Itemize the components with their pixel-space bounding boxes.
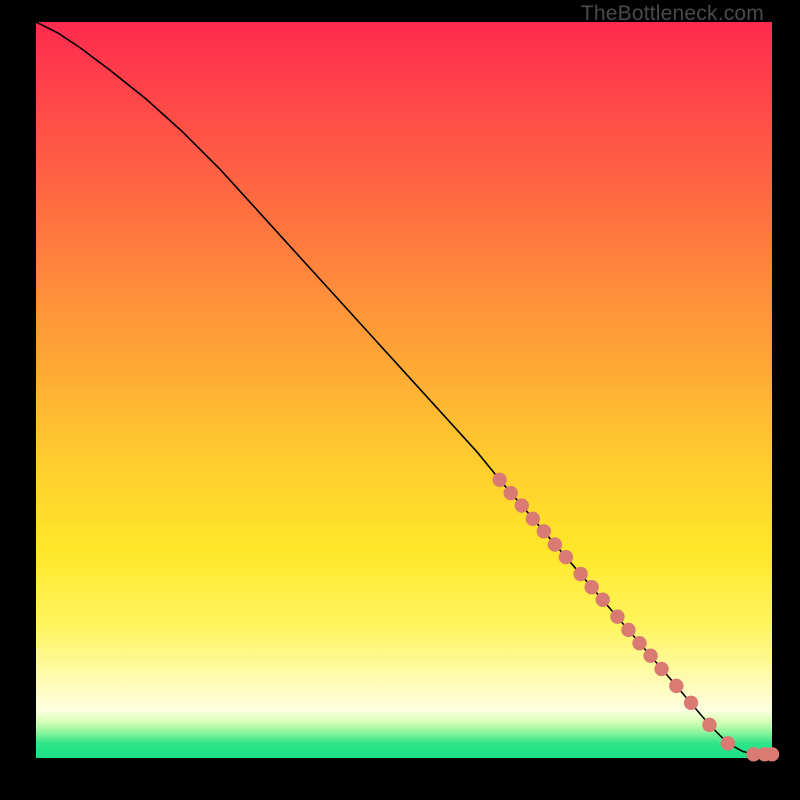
data-point	[492, 473, 506, 487]
plot-area	[36, 22, 772, 758]
data-point	[596, 593, 610, 607]
data-point	[632, 636, 646, 650]
data-point	[721, 736, 735, 750]
data-point	[573, 567, 587, 581]
data-point	[584, 580, 598, 594]
bottleneck-curve	[36, 22, 772, 754]
data-point	[621, 623, 635, 637]
data-point	[610, 609, 624, 623]
data-point	[526, 512, 540, 526]
data-point	[669, 679, 683, 693]
data-point	[643, 649, 657, 663]
data-point	[684, 696, 698, 710]
data-point	[559, 550, 573, 564]
scatter-dots	[492, 473, 779, 762]
data-point	[504, 486, 518, 500]
chart-svg	[36, 22, 772, 758]
chart-frame: TheBottleneck.com	[0, 0, 800, 800]
data-point	[702, 718, 716, 732]
data-point	[515, 498, 529, 512]
data-point	[548, 537, 562, 551]
data-point	[765, 747, 779, 761]
data-point	[654, 662, 668, 676]
data-point	[537, 524, 551, 538]
